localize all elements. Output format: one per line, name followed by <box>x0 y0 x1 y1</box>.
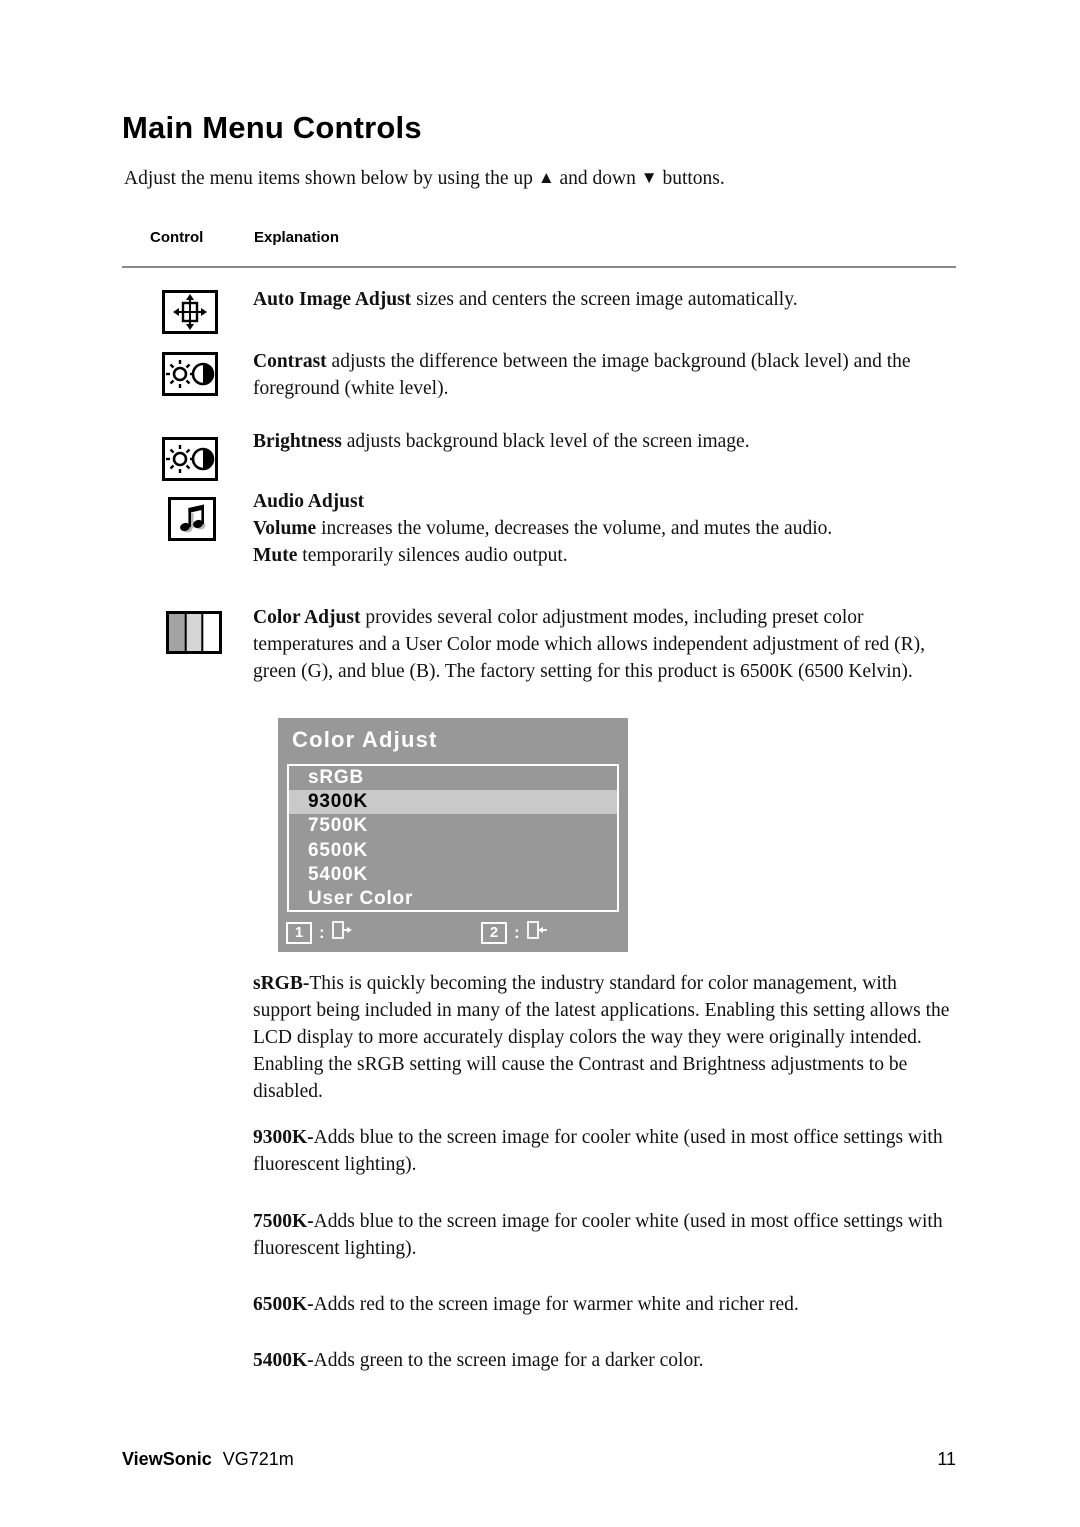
osd-key-1-cap: 1 <box>286 921 312 944</box>
control-label-auto-image-adjust: Auto Image Adjust <box>253 289 412 310</box>
osd-menu-item-6500k[interactable]: 6500K <box>289 838 617 863</box>
description-9300k: 9300K-Adds blue to the screen image for … <box>253 1124 943 1178</box>
osd-menu-item-7500k[interactable]: 7500K <box>289 814 617 839</box>
osd-key-1-separator: : <box>319 922 325 942</box>
control-label-volume: Volume <box>253 518 317 539</box>
audio-volume-line: Volume increases the volume, decreases t… <box>253 515 953 542</box>
description-7500k: 7500K-Adds blue to the screen image for … <box>253 1208 943 1262</box>
description-text-7500k: Adds blue to the screen image for cooler… <box>253 1211 943 1259</box>
osd-key-2-group[interactable]: 2 : <box>481 921 547 944</box>
osd-footer-bar: 1 : 2 : <box>278 914 628 952</box>
intro-text-after: buttons. <box>657 168 725 189</box>
control-label-contrast: Contrast <box>253 351 327 372</box>
audio-mute-line: Mute temporarily silences audio output. <box>253 542 953 569</box>
description-text-5400k: Adds green to the screen image for a dar… <box>313 1350 704 1371</box>
control-row-brightness: Brightness adjusts background black leve… <box>253 428 953 455</box>
description-srgb: sRGB-This is quickly becoming the indust… <box>253 970 953 1105</box>
control-label-brightness: Brightness <box>253 431 342 452</box>
control-row-color-adjust: Color Adjust provides several color adju… <box>253 604 953 685</box>
exit-icon <box>331 921 352 944</box>
intro-text-middle: and down <box>554 168 641 189</box>
description-label-srgb: sRGB- <box>253 973 310 994</box>
intro-text-before: Adjust the menu items shown below by usi… <box>124 168 538 189</box>
page-title: Main Menu Controls <box>122 110 422 145</box>
osd-menu-item-9300k[interactable]: 9300K <box>289 790 617 815</box>
control-label-color-adjust: Color Adjust <box>253 607 361 628</box>
audio-adjust-icon <box>168 497 216 541</box>
document-page: Main Menu Controls Adjust the menu items… <box>0 0 1080 1527</box>
color-adjust-icon <box>166 611 222 654</box>
description-text-srgb: This is quickly becoming the industry st… <box>253 973 950 1102</box>
control-description-auto-image-adjust: sizes and centers the screen image autom… <box>411 289 798 310</box>
brightness-icon <box>162 437 218 481</box>
intro-paragraph: Adjust the menu items shown below by usi… <box>124 165 725 192</box>
contrast-icon <box>162 352 218 396</box>
audio-adjust-heading: Audio Adjust <box>253 491 365 512</box>
page-number: 11 <box>937 1449 956 1469</box>
osd-menu-item-user-color[interactable]: User Color <box>289 886 617 910</box>
control-description-contrast: adjusts the difference between the image… <box>253 351 911 399</box>
footer-brand: ViewSonic VG721m <box>122 1449 294 1470</box>
header-divider <box>122 266 956 268</box>
control-description-brightness: adjusts background black level of the sc… <box>341 431 750 452</box>
osd-key-2-cap: 2 <box>481 921 507 944</box>
osd-menu-title: Color Adjust <box>292 727 438 752</box>
auto-image-adjust-icon <box>162 290 218 334</box>
control-description-volume: increases the volume, decreases the volu… <box>316 518 833 539</box>
osd-menu-list: sRGB 9300K 7500K 6500K 5400K User Color <box>287 764 619 912</box>
osd-menu-item-srgb[interactable]: sRGB <box>289 766 617 791</box>
model-name: VG721m <box>222 1449 294 1469</box>
description-text-6500k: Adds red to the screen image for warmer … <box>313 1294 799 1315</box>
description-label-6500k: 6500K- <box>253 1294 314 1315</box>
control-description-mute: temporarily silences audio output. <box>297 545 568 566</box>
description-6500k: 6500K-Adds red to the screen image for w… <box>253 1291 953 1318</box>
brand-name: ViewSonic <box>122 1449 212 1469</box>
description-label-7500k: 7500K- <box>253 1211 314 1232</box>
osd-menu-item-5400k[interactable]: 5400K <box>289 862 617 887</box>
osd-key-2-separator: : <box>514 922 520 942</box>
osd-key-1-group[interactable]: 1 : <box>286 921 352 944</box>
description-label-5400k: 5400K- <box>253 1350 314 1371</box>
down-arrow-icon: ▼ <box>640 168 658 187</box>
control-label-mute: Mute <box>253 545 298 566</box>
column-header-control: Control <box>150 229 204 246</box>
enter-icon <box>526 921 547 944</box>
control-row-contrast: Contrast adjusts the difference between … <box>253 348 953 402</box>
up-arrow-icon: ▲ <box>537 168 555 187</box>
osd-color-adjust-menu: Color Adjust sRGB 9300K 7500K 6500K 5400… <box>278 718 628 952</box>
description-5400k: 5400K-Adds green to the screen image for… <box>253 1347 953 1374</box>
column-header-explanation: Explanation <box>254 229 340 246</box>
control-row-audio-adjust: Audio Adjust Volume increases the volume… <box>253 488 953 569</box>
description-label-9300k: 9300K- <box>253 1127 314 1148</box>
description-text-9300k: Adds blue to the screen image for cooler… <box>253 1127 943 1175</box>
control-row-auto-image-adjust: Auto Image Adjust sizes and centers the … <box>253 286 953 313</box>
